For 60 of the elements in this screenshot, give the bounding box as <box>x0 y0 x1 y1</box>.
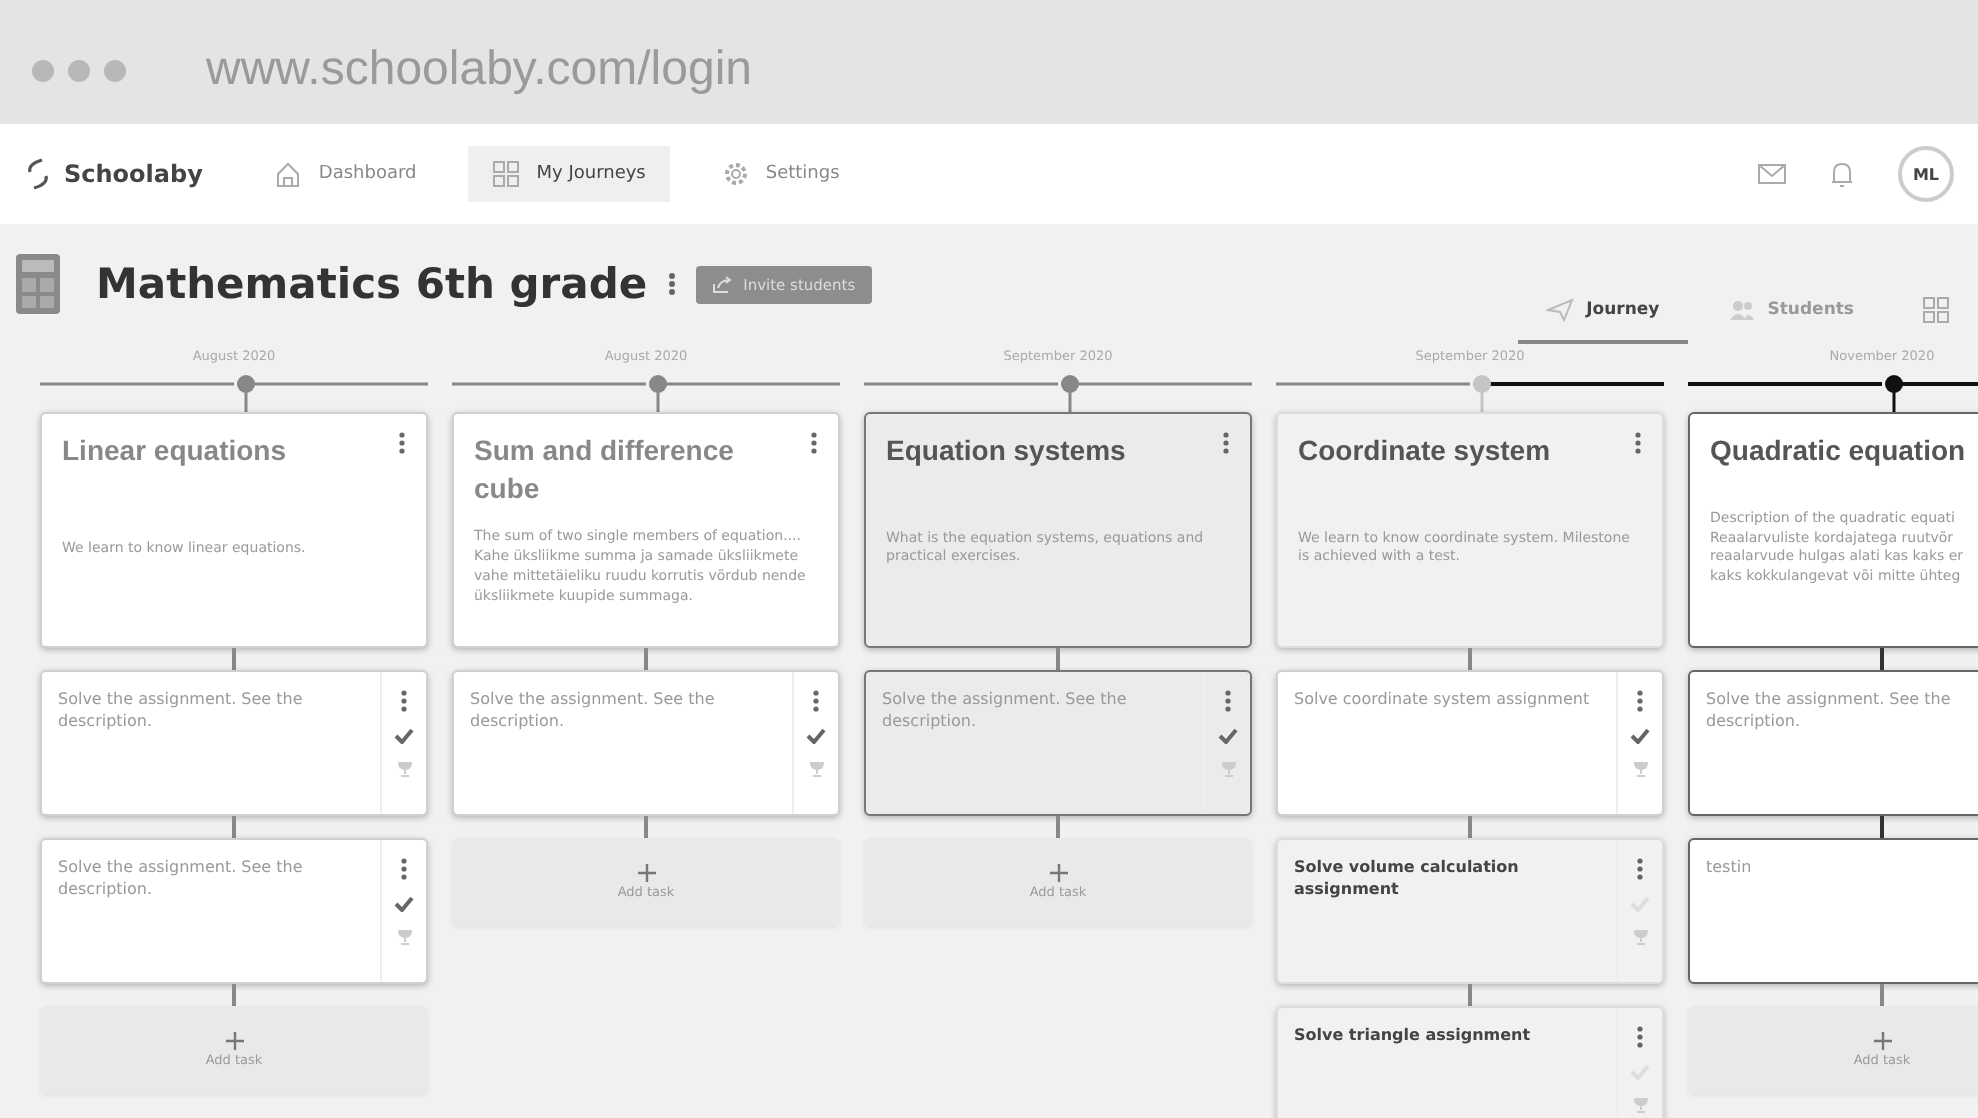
nav-item[interactable]: Dashboard <box>250 146 441 202</box>
journey-title: Mathematics 6th grade <box>96 260 648 308</box>
milestone-title: Coordinate system <box>1298 432 1551 470</box>
check-icon[interactable] <box>1630 728 1650 744</box>
address-bar-url[interactable]: www.schoolaby.com/login <box>206 42 753 98</box>
check-icon[interactable] <box>394 896 414 912</box>
view-tab[interactable]: Journey <box>1518 280 1688 344</box>
plus-icon <box>1873 1032 1891 1050</box>
people-icon <box>1727 298 1756 322</box>
calculator-icon <box>16 254 60 314</box>
task-text: Solve the assignment. See the description. <box>56 856 305 903</box>
more-icon[interactable] <box>1222 432 1230 454</box>
grid-icon <box>1922 296 1950 324</box>
more-icon[interactable] <box>400 690 408 712</box>
more-icon[interactable] <box>667 272 676 296</box>
more-icon[interactable] <box>398 432 406 454</box>
check-icon[interactable] <box>394 728 414 744</box>
task-card[interactable]: Solve the assignment. See the description. <box>1688 670 1978 816</box>
task-text: Solve volume calculation assignment <box>1292 856 1521 903</box>
plus-icon <box>637 864 655 882</box>
milestone-title: Equation systems <box>886 432 1126 470</box>
milestone-title: Quadratic equation <box>1710 432 1966 470</box>
check-icon[interactable] <box>1218 728 1238 744</box>
more-icon[interactable] <box>1224 690 1232 712</box>
more-icon[interactable] <box>810 432 818 454</box>
logo-icon <box>24 158 52 190</box>
task-text: Solve coordinate system assignment <box>1292 688 1592 712</box>
more-icon[interactable] <box>1636 858 1644 880</box>
task-card[interactable]: Solve the assignment. See the description. <box>40 670 428 816</box>
more-icon[interactable] <box>1634 432 1642 454</box>
home-icon <box>274 160 303 188</box>
milestone-title: Linear equations <box>62 432 287 470</box>
user-avatar[interactable]: ML <box>1898 146 1954 202</box>
task-text: Solve triangle assignment <box>1292 1024 1533 1048</box>
nav-item[interactable]: Settings <box>697 146 864 202</box>
more-icon[interactable] <box>400 858 408 880</box>
task-card[interactable]: Solve volume calculation assignment <box>1276 838 1664 984</box>
brand-name[interactable]: Schoolaby <box>64 160 203 188</box>
gear-icon <box>721 160 750 188</box>
task-text: Solve the assignment. See the description. <box>880 688 1129 735</box>
share-icon <box>711 275 732 293</box>
more-icon[interactable] <box>812 690 820 712</box>
plus-icon <box>1049 864 1067 882</box>
task-card[interactable]: Solve triangle assignment <box>1276 1006 1664 1118</box>
task-card[interactable]: Solve coordinate system assignment <box>1276 670 1664 816</box>
grid-icon <box>492 160 521 188</box>
check-icon[interactable] <box>806 728 826 744</box>
task-text: Solve the assignment. See the description. <box>56 688 305 735</box>
more-icon[interactable] <box>1636 690 1644 712</box>
more-icon[interactable] <box>1636 1026 1644 1048</box>
milestone-title: Sum and difference cube <box>474 432 736 508</box>
view-tab[interactable]: Students <box>1699 280 1882 344</box>
task-card[interactable]: testin <box>1688 838 1978 984</box>
nav-item[interactable]: My Journeys <box>468 146 670 202</box>
task-card[interactable]: Solve the assignment. See the description. <box>452 670 840 816</box>
task-card[interactable]: Solve the assignment. See the description. <box>40 838 428 984</box>
plus-icon <box>225 1032 243 1050</box>
task-card[interactable]: Solve the assignment. See the description. <box>864 670 1252 816</box>
task-text: Solve the assignment. See the description. <box>468 688 717 735</box>
paper-plane-icon <box>1546 298 1575 322</box>
